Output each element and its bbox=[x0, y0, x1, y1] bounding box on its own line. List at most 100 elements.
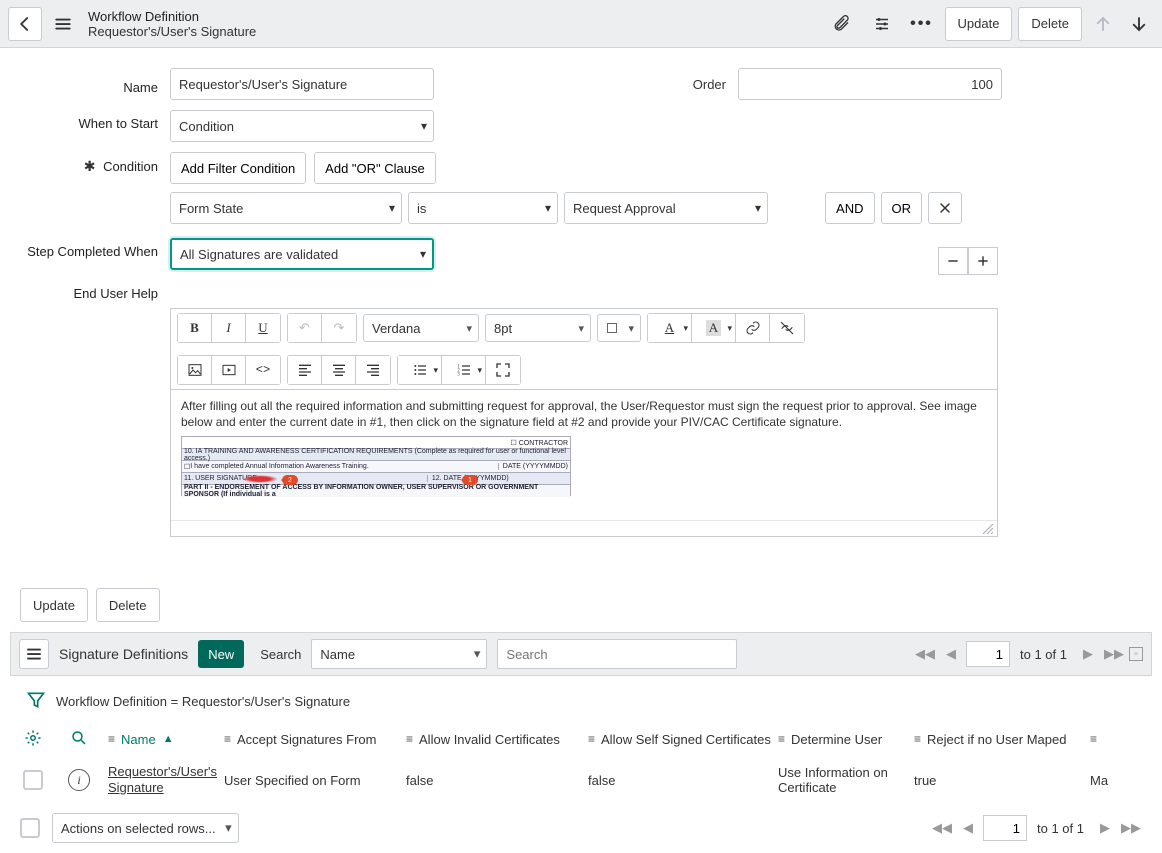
next-record-button[interactable] bbox=[1124, 15, 1154, 33]
remove-condition-button[interactable] bbox=[928, 192, 962, 224]
first-page-button[interactable]: ◀◀ bbox=[914, 640, 936, 668]
video-icon bbox=[221, 362, 237, 378]
number-list-icon: 123 bbox=[456, 362, 472, 378]
footer-page-input[interactable] bbox=[983, 815, 1027, 841]
unlink-button[interactable] bbox=[770, 314, 804, 342]
col-selfsigned[interactable]: ≡Allow Self Signed Certificates bbox=[582, 732, 772, 747]
col-name[interactable]: ≡ Name ▲ bbox=[102, 732, 218, 747]
image-button[interactable] bbox=[178, 356, 212, 384]
menu-icon bbox=[25, 645, 43, 663]
footer-next-page[interactable]: ▶ bbox=[1094, 814, 1116, 842]
or-button[interactable]: OR bbox=[881, 192, 923, 224]
row-determine: Use Information on Certificate bbox=[778, 765, 902, 795]
expand-editor-button[interactable] bbox=[968, 247, 998, 275]
italic-button[interactable]: I bbox=[212, 314, 246, 342]
name-input[interactable] bbox=[170, 68, 434, 100]
col-invalid[interactable]: ≡Allow Invalid Certificates bbox=[400, 732, 582, 747]
rich-text-editor: B I U ↶ ↷ Verdana 8pt bbox=[170, 308, 998, 537]
update-button-bottom[interactable]: Update bbox=[20, 588, 88, 622]
font-size-select[interactable]: 8pt bbox=[485, 314, 591, 342]
text-color-button[interactable]: A ▾ bbox=[648, 314, 692, 342]
row-name-link[interactable]: Requestor's/User's Signature bbox=[108, 764, 217, 795]
attachment-button[interactable] bbox=[825, 7, 859, 41]
more-button[interactable]: ••• bbox=[905, 7, 939, 41]
underline-button[interactable]: U bbox=[246, 314, 280, 342]
collapse-editor-button[interactable] bbox=[938, 247, 968, 275]
menu-button[interactable] bbox=[48, 7, 78, 41]
redo-button[interactable]: ↷ bbox=[322, 314, 356, 342]
table-insert-button[interactable] bbox=[597, 314, 641, 342]
next-page-button[interactable]: ▶ bbox=[1077, 640, 1099, 668]
name-label: Name bbox=[10, 74, 170, 95]
undo-button[interactable]: ↶ bbox=[288, 314, 322, 342]
bold-button[interactable]: B bbox=[178, 314, 212, 342]
code-icon: <> bbox=[256, 363, 270, 377]
update-button-top[interactable]: Update bbox=[945, 7, 1013, 41]
condition-field-select[interactable]: Form State bbox=[170, 192, 402, 224]
order-input[interactable] bbox=[738, 68, 1002, 100]
subtitle-line: Requestor's/User's Signature bbox=[88, 24, 256, 39]
gear-icon[interactable] bbox=[24, 729, 42, 750]
editor-content[interactable]: After filling out all the required infor… bbox=[171, 390, 997, 520]
row-checkbox[interactable] bbox=[23, 770, 43, 790]
editor-text: After filling out all the required infor… bbox=[181, 398, 987, 430]
new-button[interactable]: New bbox=[198, 640, 244, 668]
delete-button-top[interactable]: Delete bbox=[1018, 7, 1082, 41]
step-completed-select[interactable]: All Signatures are validated bbox=[170, 238, 434, 270]
when-to-start-select[interactable]: Condition bbox=[170, 110, 434, 142]
step-completed-label: Step Completed When bbox=[10, 238, 170, 259]
sort-asc-icon: ▲ bbox=[163, 733, 174, 745]
col-reject[interactable]: ≡Reject if no User Maped bbox=[908, 732, 1084, 747]
search-input[interactable] bbox=[497, 639, 737, 669]
link-button[interactable] bbox=[736, 314, 770, 342]
select-all-checkbox[interactable] bbox=[20, 818, 40, 838]
actions-select[interactable]: Actions on selected rows... bbox=[52, 813, 239, 843]
footer-first-page[interactable]: ◀◀ bbox=[931, 814, 953, 842]
condition-operator-value: is bbox=[417, 201, 426, 216]
footer-prev-page[interactable]: ◀ bbox=[957, 814, 979, 842]
funnel-icon[interactable] bbox=[26, 690, 46, 713]
condition-value-select[interactable]: Request Approval bbox=[564, 192, 768, 224]
info-icon[interactable]: i bbox=[68, 769, 90, 791]
unlink-icon bbox=[779, 320, 795, 336]
code-button[interactable]: <> bbox=[246, 356, 280, 384]
bullet-list-button[interactable]: ▾ bbox=[398, 356, 442, 384]
footer-last-page[interactable]: ▶▶ bbox=[1120, 814, 1142, 842]
highlight-color-button[interactable]: A ▾ bbox=[692, 314, 736, 342]
align-right-button[interactable] bbox=[356, 356, 390, 384]
link-icon bbox=[745, 320, 761, 336]
list-menu-button[interactable] bbox=[19, 639, 49, 669]
col-more[interactable]: ≡ bbox=[1084, 732, 1126, 746]
last-page-button[interactable]: ▶▶ bbox=[1103, 640, 1125, 668]
align-center-icon bbox=[331, 362, 347, 378]
back-button[interactable] bbox=[8, 7, 42, 41]
font-family-select[interactable]: Verdana bbox=[363, 314, 479, 342]
embedded-image: ☐ CONTRACTOR 10. IA TRAINING AND AWARENE… bbox=[181, 436, 571, 496]
and-button[interactable]: AND bbox=[825, 192, 874, 224]
number-list-button[interactable]: 123 ▾ bbox=[442, 356, 486, 384]
delete-button-bottom[interactable]: Delete bbox=[96, 588, 160, 622]
align-center-button[interactable] bbox=[322, 356, 356, 384]
settings-button[interactable] bbox=[865, 7, 899, 41]
arrow-up-icon bbox=[1094, 15, 1112, 33]
add-filter-button[interactable]: Add Filter Condition bbox=[170, 152, 306, 184]
fullscreen-button[interactable] bbox=[486, 356, 520, 384]
image-icon bbox=[187, 362, 203, 378]
align-left-button[interactable] bbox=[288, 356, 322, 384]
page-input[interactable] bbox=[966, 641, 1010, 667]
condition-operator-select[interactable]: is bbox=[408, 192, 558, 224]
search-column-icon[interactable] bbox=[70, 729, 88, 750]
prev-page-button[interactable]: ◀ bbox=[940, 640, 962, 668]
prev-record-button[interactable] bbox=[1088, 15, 1118, 33]
table-icon bbox=[606, 321, 618, 335]
col-determine[interactable]: ≡Determine User bbox=[772, 732, 908, 747]
search-field-select[interactable]: Name bbox=[311, 639, 487, 669]
callout-2: 2 bbox=[282, 475, 298, 485]
video-button[interactable] bbox=[212, 356, 246, 384]
collapse-icon[interactable]: ▫ bbox=[1129, 647, 1143, 661]
table-row[interactable]: i Requestor's/User's Signature User Spec… bbox=[10, 757, 1152, 803]
add-or-button[interactable]: Add "OR" Clause bbox=[314, 152, 436, 184]
close-icon bbox=[939, 201, 951, 215]
editor-resize-handle[interactable] bbox=[171, 520, 997, 536]
col-accept[interactable]: ≡Accept Signatures From bbox=[218, 732, 400, 747]
